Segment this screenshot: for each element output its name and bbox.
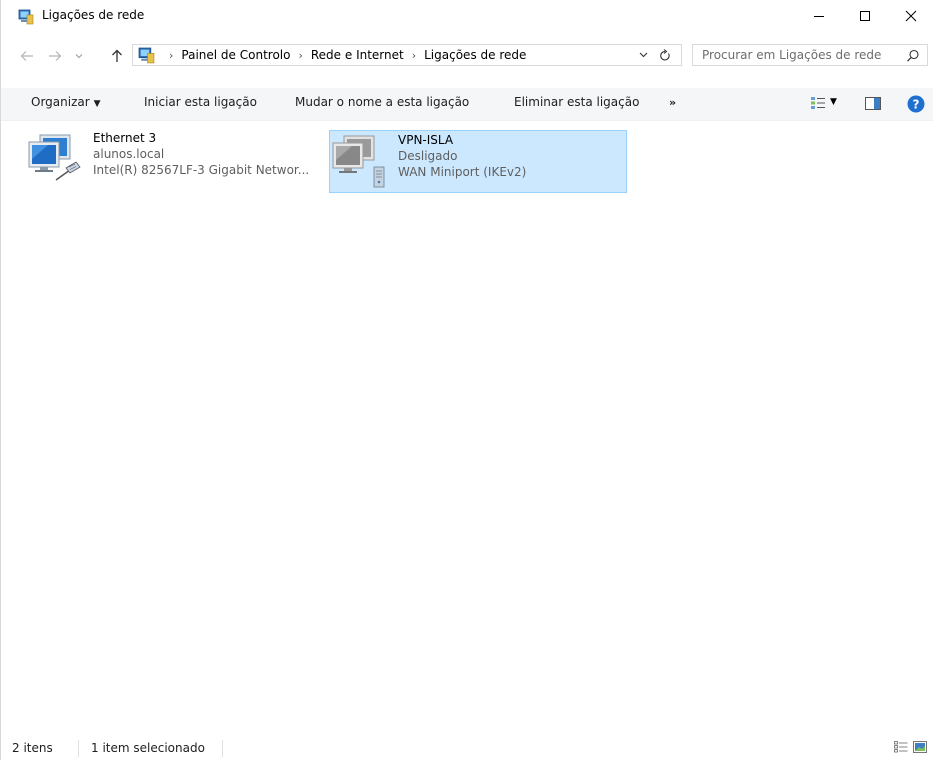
address-row: › Painel de Controlo › Rede e Internet ›… [1,44,933,68]
preview-pane-icon[interactable] [865,97,881,110]
address-bar[interactable]: › Painel de Controlo › Rede e Internet ›… [132,44,682,66]
arrow-left-icon [20,51,33,61]
status-bar: 2 itens 1 item selecionado [1,736,933,760]
arrow-up-icon [112,49,122,62]
breadcrumb-network-connections[interactable]: Ligações de rede [424,48,526,62]
window: Ligações de rede › Painel de Controlo › … [0,0,933,760]
rename-connection-button[interactable]: Mudar o nome a esta ligação [295,95,469,109]
back-button[interactable] [17,44,37,68]
maximize-icon [860,10,870,21]
connection-name: VPN-ISLA [398,133,454,147]
refresh-button[interactable] [656,47,674,63]
minimize-icon [814,15,824,17]
connection-item-ethernet-3[interactable]: Ethernet 3 alunos.local Intel(R) 82567LF… [26,130,324,193]
connections-list: Ethernet 3 alunos.local Intel(R) 82567LF… [1,121,933,731]
organize-label: Organizar [31,95,90,109]
address-dropdown-button[interactable] [636,47,650,63]
breadcrumb-control-panel[interactable]: Painel de Controlo [181,48,290,62]
connection-name: Ethernet 3 [93,131,157,145]
minimize-button[interactable] [796,0,842,31]
selection-count: 1 item selecionado [91,741,205,755]
breadcrumb-separator[interactable]: › [298,49,302,62]
search-box[interactable] [692,44,928,66]
search-input[interactable] [693,45,907,65]
up-button[interactable] [107,44,127,68]
status-divider [78,740,79,757]
window-title: Ligações de rede [42,8,145,22]
search-icon[interactable] [905,48,921,64]
breadcrumb-network-internet[interactable]: Rede e Internet [311,48,404,62]
help-icon[interactable]: ? [907,95,925,113]
command-bar: Organizar ▼ Iniciar esta ligação Mudar o … [1,88,933,121]
details-view-icon[interactable] [894,741,908,753]
forward-button[interactable] [45,44,65,68]
ethernet-adapter-icon [28,134,81,181]
breadcrumb-separator[interactable]: › [169,49,173,62]
status-divider [222,740,223,757]
network-connections-icon [138,47,155,64]
item-count: 2 itens [12,741,53,755]
start-connection-button[interactable]: Iniciar esta ligação [144,95,257,109]
refresh-icon [660,48,670,60]
vpn-adapter-icon [332,135,385,188]
connection-status: alunos.local [93,147,165,161]
caret-down-icon[interactable]: ▼ [830,97,837,107]
caret-down-icon: ▼ [93,99,101,109]
help-label: ? [913,98,920,112]
maximize-button[interactable] [842,0,888,31]
connection-device: WAN Miniport (IKEv2) [398,165,527,179]
breadcrumb: › Painel de Controlo › Rede e Internet ›… [161,48,526,62]
arrow-right-icon [49,51,62,61]
close-button[interactable] [888,0,933,31]
chevron-down-icon [75,54,83,59]
delete-connection-button[interactable]: Eliminar esta ligação [514,95,639,109]
organize-button[interactable]: Organizar ▼ [31,95,101,109]
connection-status: Desligado [398,149,458,163]
chevron-down-icon [639,52,647,58]
more-commands-button[interactable]: » [669,96,676,109]
connection-item-vpn-isla[interactable]: VPN-ISLA Desligado WAN Miniport (IKEv2) [329,130,627,193]
change-view-icon[interactable] [810,96,826,110]
network-connections-icon [18,9,34,25]
title-bar: Ligações de rede [1,0,933,31]
breadcrumb-separator[interactable]: › [412,49,416,62]
recent-locations-button[interactable] [72,44,86,68]
connection-device: Intel(R) 82567LF-3 Gigabit Networ... [93,163,310,177]
close-icon [905,10,917,21]
large-icons-view-icon[interactable] [913,741,927,753]
